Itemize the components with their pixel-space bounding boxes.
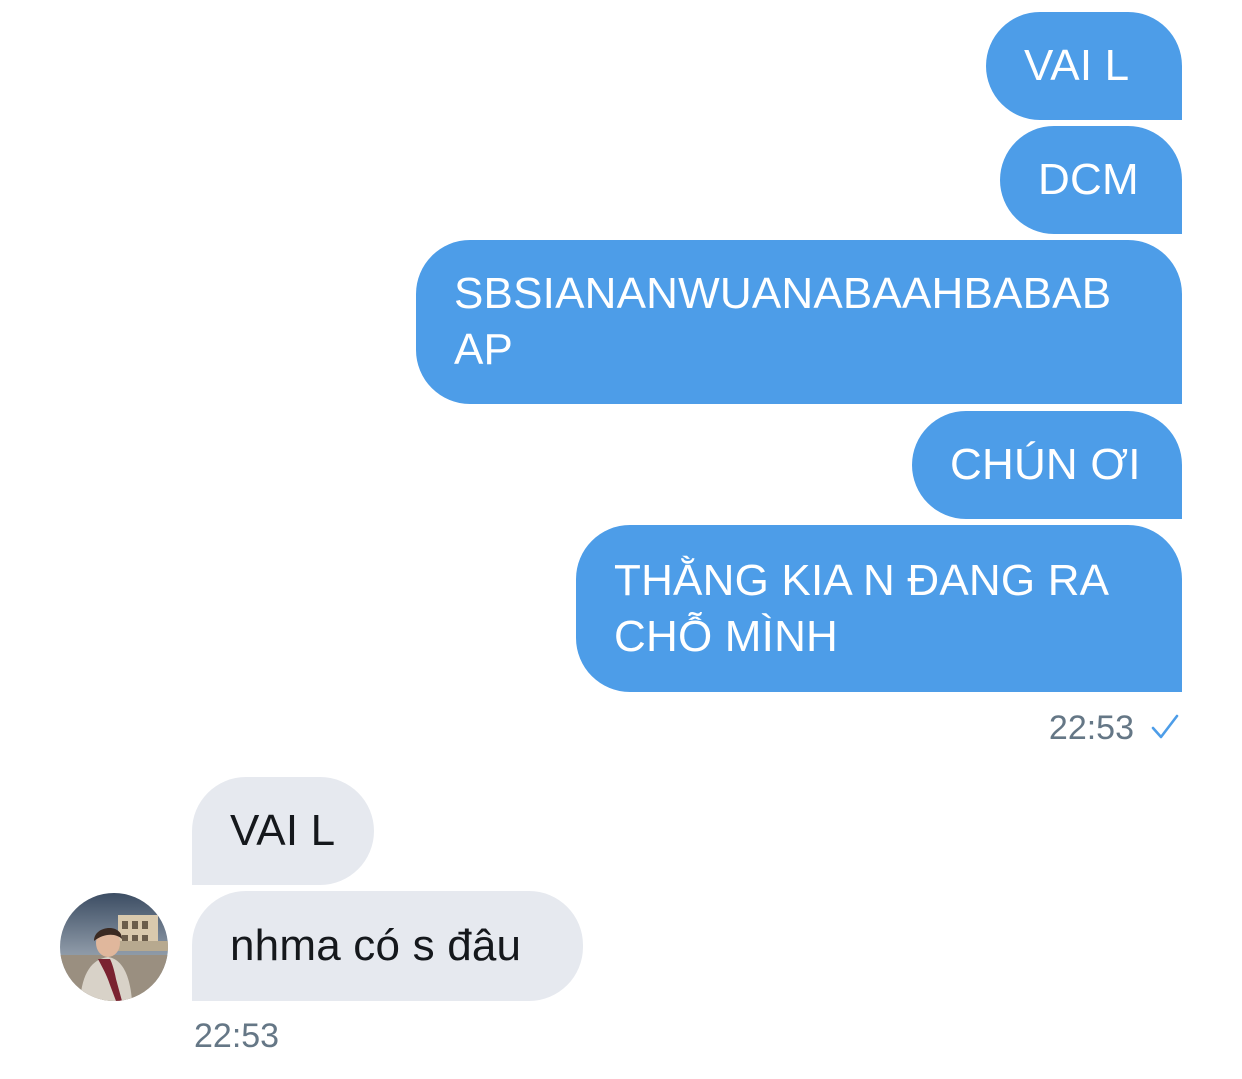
incoming-message[interactable]: nhma có s đâu: [192, 891, 583, 1001]
outgoing-message[interactable]: THẰNG KIA N ĐANG RA CHỖ MÌNH: [576, 525, 1182, 692]
incoming-timestamp: 22:53: [194, 1017, 280, 1055]
checkmark-icon: [1150, 712, 1180, 747]
outgoing-timestamp: 22:53: [1048, 709, 1134, 747]
outgoing-message[interactable]: DCM: [1000, 126, 1182, 234]
user-avatar[interactable]: [60, 893, 168, 1001]
outgoing-message[interactable]: VAI L: [986, 12, 1182, 120]
outgoing-message[interactable]: CHÚN ƠI: [912, 411, 1182, 519]
incoming-message[interactable]: VAI L: [192, 777, 374, 885]
outgoing-message[interactable]: SBSIANANWUANABAAHBABAB AP: [416, 240, 1182, 404]
